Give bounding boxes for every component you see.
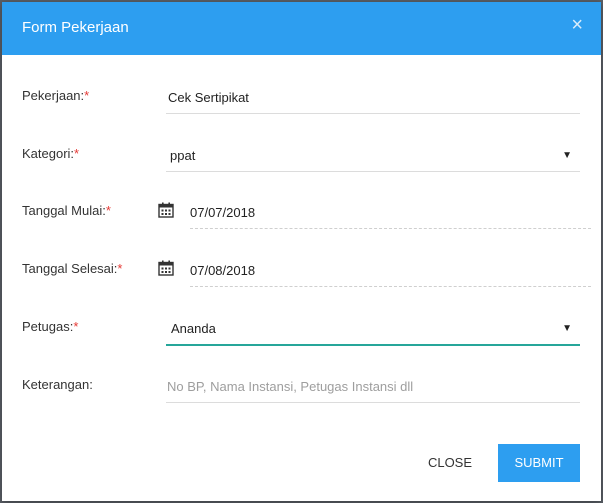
required-marker: * bbox=[73, 319, 79, 334]
required-marker: * bbox=[84, 88, 90, 103]
modal-header: Form Pekerjaan × bbox=[2, 2, 601, 55]
label-keterangan: Keterangan: bbox=[22, 377, 93, 392]
required-marker: * bbox=[74, 146, 80, 161]
submit-button[interactable]: SUBMIT bbox=[498, 444, 580, 482]
tanggal-selesai-value: 07/08/2018 bbox=[190, 263, 256, 278]
keterangan-placeholder: No BP, Nama Instansi, Petugas Instansi d… bbox=[167, 379, 414, 394]
chevron-down-icon: ▼ bbox=[562, 150, 572, 161]
pekerjaan-input[interactable]: Cek Sertipikat bbox=[166, 84, 580, 114]
close-button[interactable]: CLOSE bbox=[414, 444, 486, 482]
label-petugas: Petugas:* bbox=[22, 319, 79, 334]
petugas-value: Ananda bbox=[171, 321, 216, 336]
label-kategori: Kategori:* bbox=[22, 146, 80, 161]
petugas-select[interactable]: Ananda ▼ bbox=[166, 315, 580, 346]
keterangan-input[interactable]: No BP, Nama Instansi, Petugas Instansi d… bbox=[166, 373, 580, 403]
form-pekerjaan-modal: Form Pekerjaan × Pekerjaan:* Cek Sertipi… bbox=[2, 2, 601, 501]
close-icon[interactable]: × bbox=[571, 15, 583, 35]
pekerjaan-value: Cek Sertipikat bbox=[168, 90, 249, 105]
chevron-down-icon: ▼ bbox=[562, 323, 572, 334]
required-marker: * bbox=[105, 203, 111, 218]
modal-title: Form Pekerjaan bbox=[22, 19, 129, 36]
label-tanggal-mulai: Tanggal Mulai:* bbox=[22, 203, 111, 218]
tanggal-selesai-input[interactable]: 07/08/2018 bbox=[190, 257, 591, 287]
calendar-icon[interactable] bbox=[158, 260, 174, 276]
kategori-select[interactable]: ppat ▼ bbox=[166, 142, 580, 172]
tanggal-mulai-input[interactable]: 07/07/2018 bbox=[190, 199, 591, 229]
tanggal-mulai-value: 07/07/2018 bbox=[190, 205, 256, 220]
calendar-icon[interactable] bbox=[158, 202, 174, 218]
required-marker: * bbox=[117, 261, 123, 276]
label-tanggal-selesai: Tanggal Selesai:* bbox=[22, 261, 123, 276]
kategori-value: ppat bbox=[170, 148, 196, 163]
label-pekerjaan: Pekerjaan:* bbox=[22, 88, 90, 103]
